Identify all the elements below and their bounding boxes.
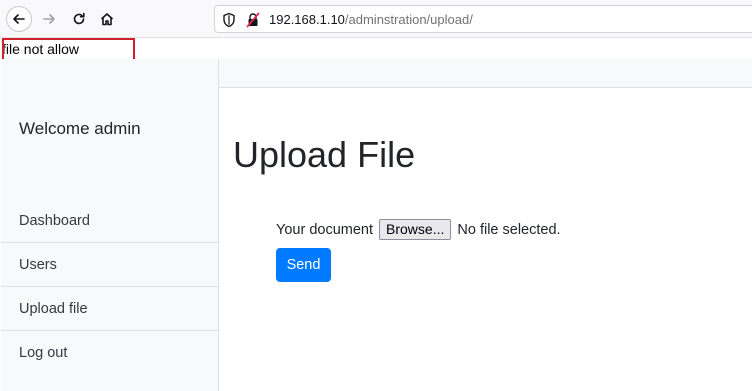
home-icon	[100, 13, 114, 26]
file-input-row: Your document Browse... No file selected…	[276, 219, 561, 240]
back-icon	[13, 14, 25, 24]
top-navbar	[219, 59, 752, 88]
sidebar-item-log-out[interactable]: Log out	[1, 331, 218, 375]
sidebar-item-users[interactable]: Users	[1, 243, 218, 287]
reload-button[interactable]	[66, 6, 92, 32]
browser-toolbar: 192.168.1.10/adminstration/upload/	[0, 0, 752, 38]
forward-icon	[43, 14, 55, 24]
insecure-lock-icon[interactable]	[246, 12, 260, 28]
welcome-text: Welcome admin	[19, 119, 141, 138]
url-text[interactable]: 192.168.1.10/adminstration/upload/	[269, 12, 473, 28]
file-label: Your document	[276, 221, 374, 238]
reload-icon	[73, 12, 85, 25]
back-button[interactable]	[6, 6, 32, 32]
sidebar: Welcome admin Dashboard Users Upload fil…	[1, 59, 219, 391]
send-button[interactable]: Send	[276, 248, 331, 282]
sidebar-item-dashboard[interactable]: Dashboard	[1, 199, 218, 243]
browse-button[interactable]: Browse...	[379, 219, 452, 240]
sidebar-menu: Dashboard Users Upload file Log out	[1, 199, 218, 375]
url-path: /adminstration/upload/	[344, 12, 473, 27]
shield-icon[interactable]	[222, 12, 236, 28]
upload-form: Your document Browse... No file selected…	[276, 219, 561, 282]
address-bar[interactable]: 192.168.1.10/adminstration/upload/	[214, 5, 752, 33]
file-status: No file selected.	[457, 221, 561, 238]
url-host: 192.168.1.10	[269, 12, 345, 27]
home-button[interactable]	[94, 6, 120, 32]
page-title: Upload File	[233, 134, 416, 175]
forward-button[interactable]	[36, 6, 62, 32]
sidebar-item-upload-file[interactable]: Upload file	[1, 287, 218, 331]
